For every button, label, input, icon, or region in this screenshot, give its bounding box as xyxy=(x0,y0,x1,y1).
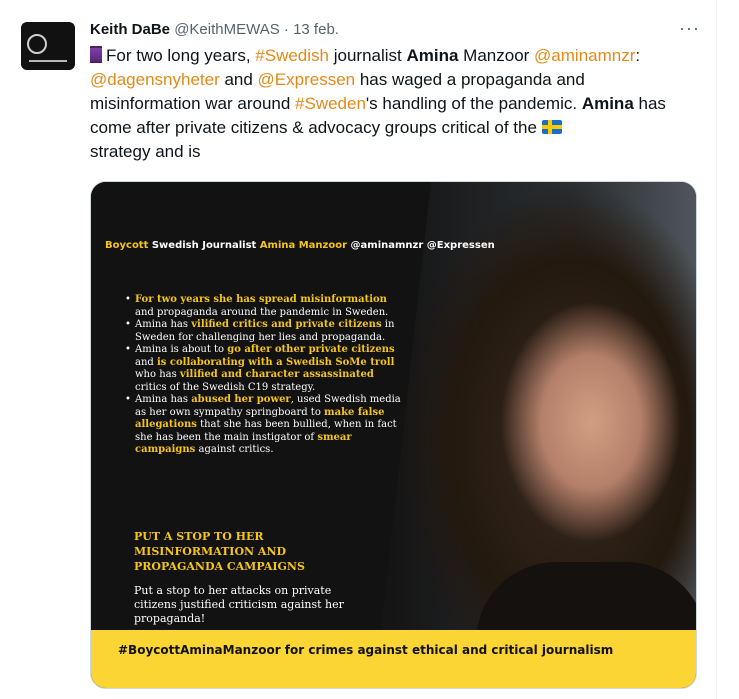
text-segment: journalist xyxy=(329,46,407,65)
text-segment: against critics. xyxy=(195,444,274,455)
banner-text: #BoycottAminaManzoor for crimes against … xyxy=(118,643,614,657)
tweet-text: For two long years, #Swedish journalist … xyxy=(90,44,690,164)
list-item: Amina is about to go after other private… xyxy=(125,344,403,394)
text-bold: Amina xyxy=(581,94,634,113)
mention-expressen[interactable]: @Expressen xyxy=(258,70,356,89)
call-body: Put a stop to her attacks on private cit… xyxy=(134,584,344,625)
globe-logo-icon xyxy=(27,34,47,54)
text-segment: Amina has xyxy=(135,319,192,330)
title-text: Swedish Journalist xyxy=(148,240,260,251)
list-item: Amina has vilified critics and private c… xyxy=(125,319,403,344)
highlight: vilified critics and private citizens xyxy=(191,319,382,330)
title-boycott: Boycott xyxy=(105,240,149,251)
spool-icon xyxy=(90,46,102,63)
text-segment: who has xyxy=(135,369,180,380)
mention-dagensnyheter[interactable]: @dagensnyheter xyxy=(90,70,220,89)
text-segment: For two long years, xyxy=(106,46,256,65)
claims-list: For two years she has spread misinformat… xyxy=(125,294,403,457)
image-title: Boycott Swedish Journalist Amina Manzoor… xyxy=(105,240,495,251)
text-segment: Amina is about to xyxy=(135,344,228,355)
text-segment: and propaganda around the pandemic in Sw… xyxy=(135,306,389,318)
title-name: Amina Manzoor xyxy=(259,240,348,251)
tweet[interactable]: Keith DaBe @KeithMEWAS · 13 feb. ··· For… xyxy=(0,0,715,699)
hashtag-swedish[interactable]: #Swedish xyxy=(255,46,329,65)
author-name[interactable]: Keith DaBe xyxy=(90,21,170,38)
logo-underline xyxy=(29,60,67,62)
call-heading: PUT A STOP TO HER MISINFORMATION AND PRO… xyxy=(134,530,305,573)
author-handle[interactable]: @KeithMEWAS xyxy=(174,21,280,38)
text-bold: Amina xyxy=(406,46,459,65)
hashtag-banner xyxy=(91,630,696,688)
highlight: is collaborating with a Swedish SoMe tro… xyxy=(156,356,395,368)
highlight: vilified and character assassinated xyxy=(179,369,374,380)
text-segment: Amina has xyxy=(135,394,192,405)
highlight: abused her power xyxy=(191,394,291,405)
mention-aminamnzr[interactable]: @aminamnzr xyxy=(534,46,635,65)
title-text: @aminamnzr @Expressen xyxy=(347,240,495,251)
sweden-flag-icon xyxy=(541,120,562,134)
hashtag-sweden[interactable]: #Sweden xyxy=(295,94,366,113)
text-segment: and xyxy=(135,356,157,368)
text-segment: : xyxy=(635,46,641,65)
text-segment: Manzoor xyxy=(458,46,535,65)
text-segment: critics of the Swedish C19 strategy. xyxy=(135,381,316,393)
list-item: For two years she has spread misinformat… xyxy=(125,294,403,319)
tweet-image[interactable]: Boycott Swedish Journalist Amina Manzoor… xyxy=(90,181,697,689)
author-avatar[interactable] xyxy=(21,22,75,70)
text-segment: strategy and is xyxy=(90,142,201,161)
separator-dot: · xyxy=(283,21,289,38)
more-options-icon[interactable]: ··· xyxy=(679,18,700,39)
highlight: For two years she has spread misinformat… xyxy=(135,294,387,305)
tweet-header: Keith DaBe @KeithMEWAS · 13 feb. xyxy=(90,20,339,40)
tweet-date[interactable]: 13 feb. xyxy=(293,21,339,38)
text-segment: 's handling of the pandemic. xyxy=(365,94,582,113)
list-item: Amina has abused her power, used Swedish… xyxy=(125,394,403,457)
highlight: go after other private citizens xyxy=(227,344,395,355)
column-divider xyxy=(716,0,717,699)
text-segment: and xyxy=(219,70,258,89)
